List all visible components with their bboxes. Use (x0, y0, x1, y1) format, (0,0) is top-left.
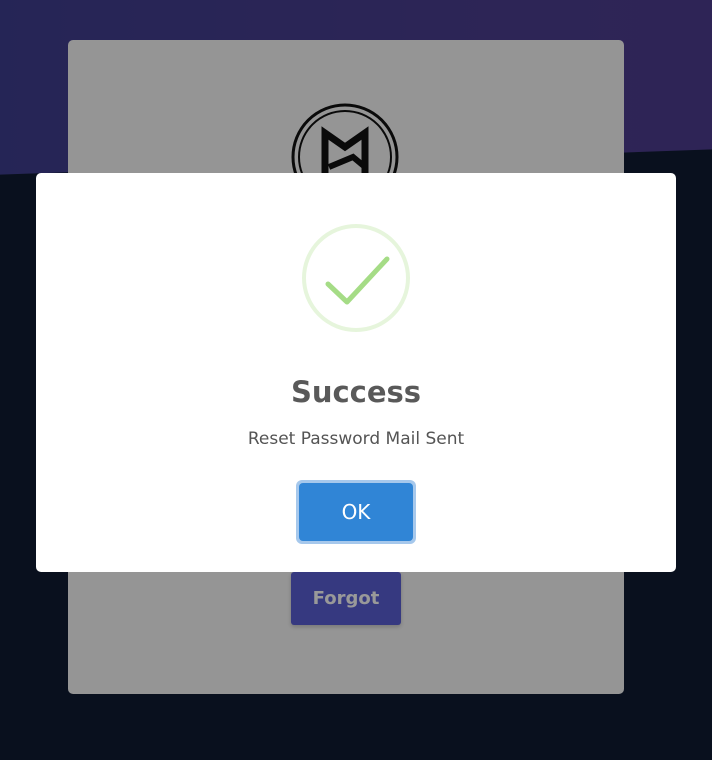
ok-button[interactable]: OK (299, 483, 413, 541)
ok-button-focus-ring: OK (296, 480, 416, 544)
success-dialog: Success Reset Password Mail Sent OK (36, 173, 676, 572)
dialog-title: Success (290, 375, 422, 409)
dialog-message: Reset Password Mail Sent (247, 429, 465, 449)
success-check-icon (302, 224, 410, 332)
